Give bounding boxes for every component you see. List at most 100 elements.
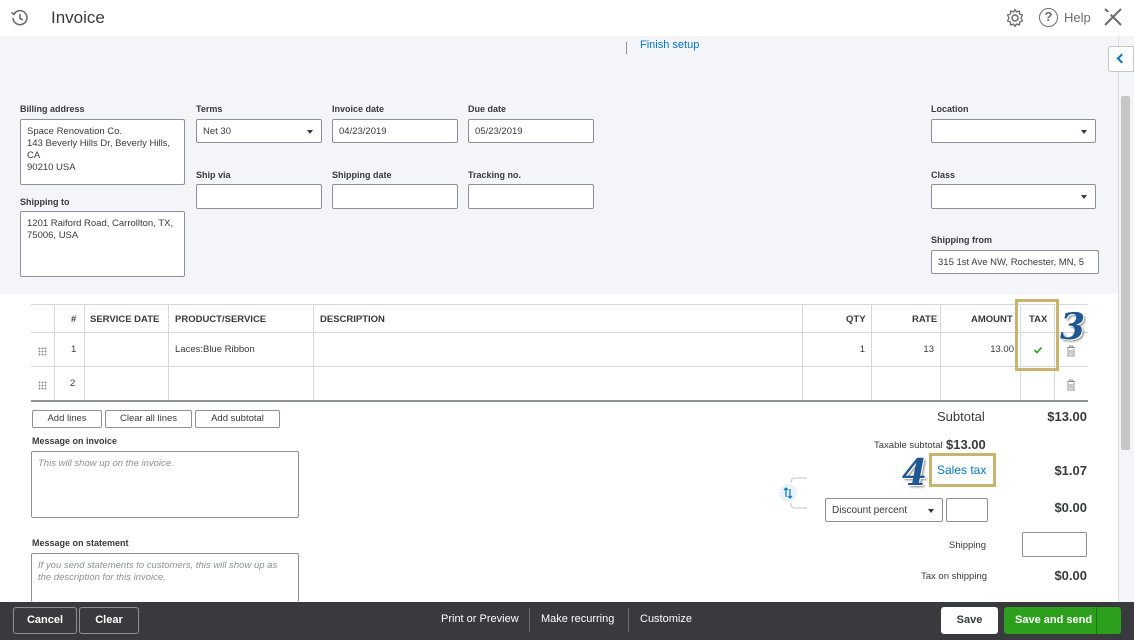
table-header-border [31,332,1088,333]
tax-on-shipping-label: Tax on shipping [921,571,988,582]
rate-cell[interactable]: 13 [871,344,934,355]
step-3-callout: 3 [1060,306,1086,348]
message-on-statement-input[interactable]: If you send statements to customers, thi… [31,553,299,602]
message-on-statement-label: Message on statement [32,538,129,548]
col-divider [168,305,169,400]
sales-tax-link[interactable]: Sales tax [937,463,986,477]
save-and-send-button[interactable]: Save and send [1004,607,1121,634]
col-header-rate: RATE [912,314,938,325]
table-bottom-border [31,400,1088,402]
make-recurring-link[interactable]: Make recurring [541,613,614,625]
header-bar: Invoice ? Help [0,0,1134,36]
cancel-button[interactable]: Cancel [13,607,77,634]
col-divider [54,305,55,400]
footer-divider [529,608,530,632]
col-header-qty: QTY [846,314,866,325]
chevron-down-icon [307,130,313,134]
chevron-down-icon [928,509,934,513]
tax-column-highlight [1015,299,1059,371]
qty-cell[interactable]: 1 [802,344,865,355]
scrollbar-thumb[interactable] [1121,96,1130,450]
class-label: Class [931,170,956,180]
invoice-date-field[interactable]: 04/23/2019 [332,119,458,143]
chevron-down-icon [1081,195,1087,199]
save-button[interactable]: Save [941,607,998,634]
help-link[interactable]: Help [1064,10,1091,25]
tracking-no-field[interactable] [468,184,594,209]
col-header-amount: AMOUNT [971,314,1013,325]
shipping-amount-field[interactable] [1022,532,1087,557]
ship-via-field[interactable] [196,184,322,209]
help-icon[interactable]: ? [1039,8,1058,27]
add-lines-button[interactable]: Add lines [32,410,102,428]
shipping-date-field[interactable] [332,184,458,209]
save-options-dropdown-icon[interactable] [1105,12,1113,17]
terms-select[interactable]: Net 30 [196,119,322,143]
col-header-product: PRODUCT/SERVICE [175,314,267,325]
drag-handle-icon[interactable] [38,381,47,390]
shipping-from-label: Shipping from [931,235,992,245]
chevron-left-icon [1116,53,1127,64]
expand-panel-button[interactable] [1108,46,1134,72]
billing-address-field[interactable]: Space Renovation Co. 143 Beverly Hills D… [20,119,185,185]
table-top-border [31,304,1088,305]
invoice-date-label: Invoice date [332,104,385,114]
split-divider [1096,607,1097,634]
footer-divider [628,608,629,632]
subtotal-label: Subtotal [937,409,985,424]
col-divider [313,305,314,400]
class-select[interactable] [931,184,1096,209]
discount-order-swap-icon[interactable] [777,475,809,511]
taxable-subtotal-label: Taxable subtotal [874,440,943,451]
message-on-invoice-input[interactable]: This will show up on the invoice. [31,451,299,518]
page-title: Invoice [51,8,105,27]
row-number: 1 [71,344,77,355]
discount-amount-field[interactable] [946,498,988,522]
add-subtotal-button[interactable]: Add subtotal [195,410,280,428]
discount-value: $0.00 [1054,500,1087,515]
table-row-border [31,366,1088,367]
col-header-service-date: SERVICE DATE [90,314,160,325]
terms-value: Net 30 [203,126,231,137]
gear-icon[interactable] [1005,8,1025,28]
terms-label: Terms [196,104,223,114]
due-date-field[interactable]: 05/23/2019 [468,119,594,143]
ship-via-label: Ship via [196,170,231,180]
clear-all-lines-button[interactable]: Clear all lines [105,410,192,428]
row-number: 2 [70,378,76,389]
shipping-to-label: Shipping to [20,197,70,207]
amount-cell[interactable]: 13.00 [940,344,1014,355]
due-date-label: Due date [468,104,507,114]
subtotal-value: $13.00 [1047,409,1087,424]
step-4-callout: 4 [902,452,928,494]
tracking-no-label: Tracking no. [468,170,522,180]
shipping-date-label: Shipping date [332,170,392,180]
customize-link[interactable]: Customize [640,613,692,625]
print-preview-link[interactable]: Print or Preview [441,613,519,625]
discount-type-value: Discount percent [832,505,908,516]
close-icon[interactable] [1102,6,1124,28]
col-header-number: # [71,314,77,325]
shipping-label: Shipping [949,540,986,551]
recent-history-icon[interactable] [10,8,30,28]
sales-tax-value: $1.07 [1054,463,1087,478]
clear-button[interactable]: Clear [79,607,139,634]
divider [626,42,627,54]
shipping-from-field[interactable]: 315 1st Ave NW, Rochester, MN, 5 [931,250,1099,274]
col-header-description: DESCRIPTION [320,314,385,325]
product-cell[interactable]: Laces:Blue Ribbon [175,344,255,355]
chevron-down-icon [1081,130,1087,134]
tax-on-shipping-value: $0.00 [1054,568,1087,583]
finish-setup-link[interactable]: Finish setup [640,39,699,51]
discount-type-select[interactable]: Discount percent [825,498,943,522]
billing-address-label: Billing address [20,104,85,114]
taxable-subtotal-value: $13.00 [946,437,986,452]
trash-icon[interactable] [1066,379,1076,391]
save-and-send-label: Save and send [1015,614,1093,626]
col-divider [84,305,85,400]
shipping-to-field[interactable]: 1201 Raiford Road, Carrollton, TX, 75006… [20,211,185,277]
location-label: Location [931,104,969,114]
message-on-invoice-label: Message on invoice [32,436,118,446]
drag-handle-icon[interactable] [38,347,47,356]
location-select[interactable] [931,119,1096,143]
